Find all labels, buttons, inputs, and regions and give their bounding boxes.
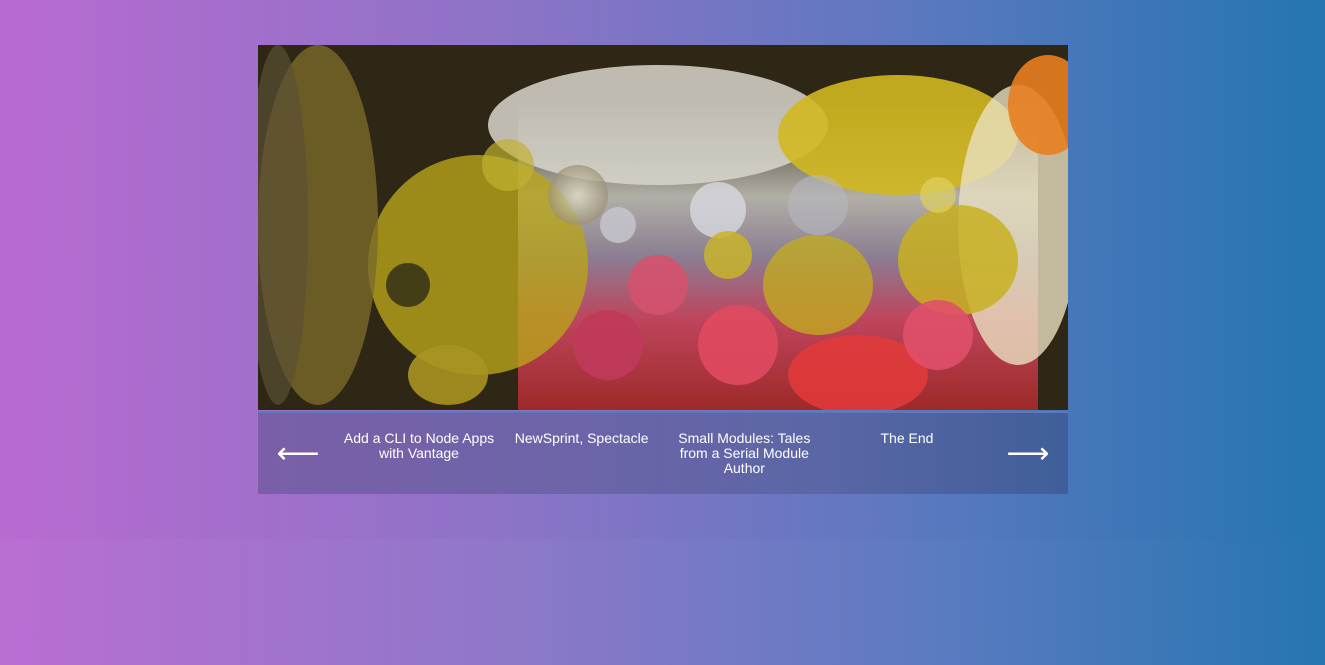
next-arrow-icon[interactable]: ⟶ [988,438,1068,469]
article-slider: ⟵ Add a CLI to Node Apps with Vantage Ne… [258,45,1068,494]
prev-arrow-icon[interactable]: ⟵ [258,438,338,469]
slider-nav-items: Add a CLI to Node Apps with Vantage NewS… [338,431,988,476]
nav-item-small-modules[interactable]: Small Modules: Tales from a Serial Modul… [663,431,825,476]
abstract-bubbles-illustration [258,45,1068,410]
slide-image [258,45,1068,410]
nav-item-newsprint-spectacle[interactable]: NewSprint, Spectacle [501,431,663,476]
nav-item-the-end[interactable]: The End [826,431,988,476]
nav-item-cli-node-apps[interactable]: Add a CLI to Node Apps with Vantage [338,431,500,476]
page-background-lower-band [0,539,1325,665]
slider-navigation: ⟵ Add a CLI to Node Apps with Vantage Ne… [258,411,1068,494]
